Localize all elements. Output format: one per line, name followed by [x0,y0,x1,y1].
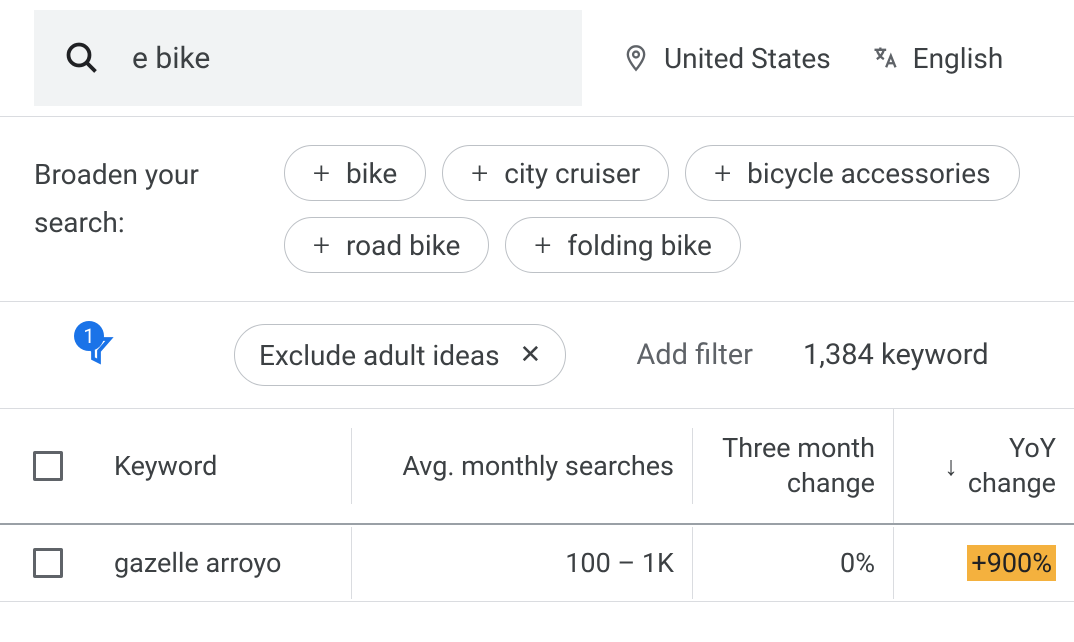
chip-label: bicycle accessories [747,157,990,190]
row-check-cell [0,528,96,598]
filter-chip-exclude-adult[interactable]: Exclude adult ideas ✕ [234,324,566,386]
plus-icon: + [534,228,551,263]
chip-label: road bike [346,229,460,262]
translate-icon [871,44,899,72]
broaden-chip-road-bike[interactable]: + road bike [284,217,489,273]
keyword-count-label: 1,384 keyword [803,338,989,372]
location-selector[interactable]: United States [622,42,831,75]
broaden-chip-bike[interactable]: + bike [284,145,426,201]
header-three-month[interactable]: Three month change [693,409,894,523]
search-icon [64,40,100,76]
select-all-checkbox[interactable] [33,451,63,481]
arrow-down-icon: ↓ [944,449,958,484]
chip-label: city cruiser [504,157,640,190]
plus-icon: + [313,228,330,263]
broaden-chip-folding-bike[interactable]: + folding bike [505,217,741,273]
add-filter-button[interactable]: Add filter [636,338,753,372]
filter-chip-label: Exclude adult ideas [259,339,500,372]
filter-count-badge: 1 [74,321,104,351]
broaden-section: Broaden your search: + bike + city cruiser… [0,116,1074,301]
broaden-label: Broaden your search: [34,145,254,246]
header-text: YoY [1009,431,1056,466]
table-header-row: Keyword Avg. monthly searches Three mont… [0,409,1074,525]
plus-icon: + [714,156,731,191]
search-box[interactable] [34,10,582,106]
header-text: change [968,466,1056,501]
plus-icon: + [313,156,330,191]
header-searches[interactable]: Avg. monthly searches [352,428,693,504]
filter-bar: 1 Exclude adult ideas ✕ Add filter 1,384… [0,301,1074,408]
broaden-chip-bicycle-accessories[interactable]: + bicycle accessories [685,145,1019,201]
keyword-table: Keyword Avg. monthly searches Three mont… [0,408,1074,602]
row-checkbox[interactable] [33,548,63,578]
search-row: United States English [0,0,1074,116]
header-text: change [787,466,875,501]
header-keyword[interactable]: Keyword [96,428,352,504]
plus-icon: + [471,156,488,191]
location-pin-icon [622,44,650,72]
cell-searches: 100 – 1K [352,527,693,599]
chip-label: bike [346,157,397,190]
header-text: Three month [722,431,875,466]
select-all-cell [0,429,96,503]
language-label: English [913,42,1004,75]
close-icon[interactable]: ✕ [520,340,542,370]
table-row: gazelle arroyo 100 – 1K 0% +900% [0,525,1074,602]
yoy-value: +900% [967,545,1056,581]
search-input[interactable] [130,40,552,77]
broaden-chip-wrap: + bike + city cruiser + bicycle accessories… [284,145,1040,273]
broaden-chip-city-cruiser[interactable]: + city cruiser [442,145,669,201]
chip-label: folding bike [567,229,712,262]
filter-funnel-button[interactable]: 1 [34,333,94,377]
cell-three-month: 0% [693,527,894,599]
cell-keyword[interactable]: gazelle arroyo [96,527,352,599]
location-label: United States [664,42,831,75]
header-yoy[interactable]: ↓ YoY change [894,409,1074,523]
language-selector[interactable]: English [871,42,1004,75]
cell-yoy: +900% [894,525,1074,601]
